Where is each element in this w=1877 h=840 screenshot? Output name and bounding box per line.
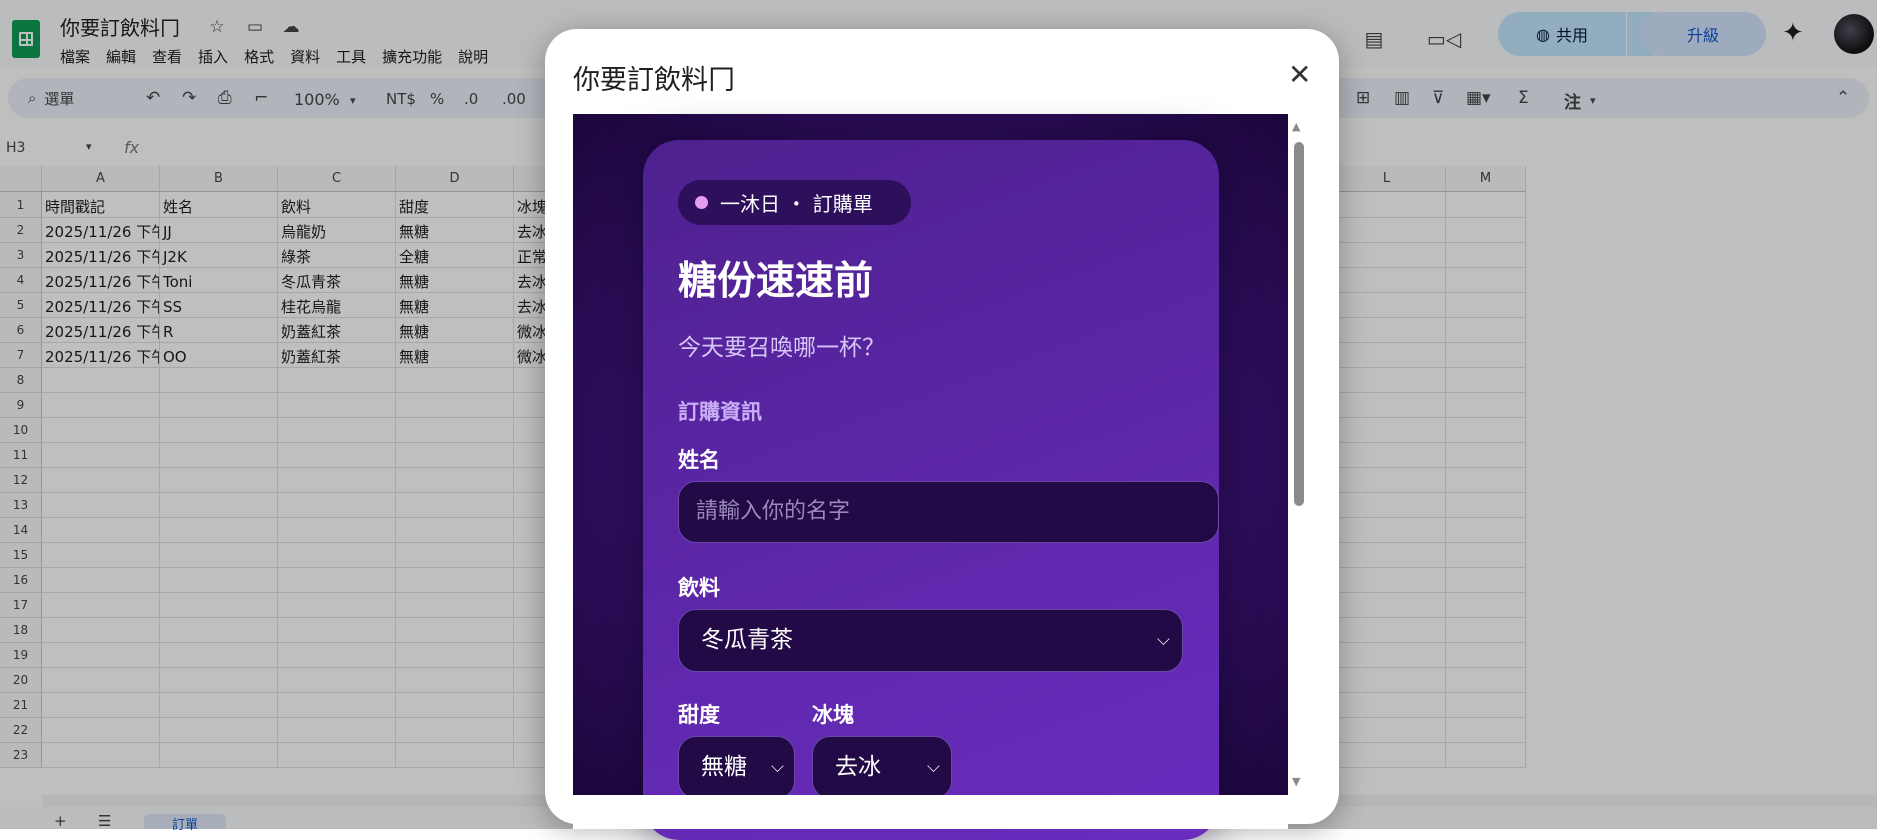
dialog-title: 你要訂飲料冂: [573, 65, 735, 96]
hero-subtitle: 今天要召喚哪一杯？: [678, 335, 885, 361]
badge-text: 一沐日 ・ 訂購單: [720, 192, 873, 216]
section-heading: 訂購資訊: [678, 400, 762, 424]
chevron-down-icon: ⌵: [927, 757, 940, 777]
drink-select-value: 冬瓜青茶: [701, 627, 793, 653]
hero-heading: 糖份速速前: [678, 259, 874, 304]
drink-select[interactable]: 冬瓜青茶 ⌵: [678, 609, 1183, 672]
sweetness-label: 甜度: [678, 703, 720, 727]
drink-label: 飲料: [678, 576, 720, 600]
dialog-footer: [573, 795, 1288, 829]
form-scrollbar-thumb[interactable]: [1294, 142, 1304, 506]
ice-select[interactable]: 去冰 ⌵: [812, 736, 952, 799]
name-input[interactable]: 請輸入你的名字: [678, 481, 1219, 543]
name-label: 姓名: [678, 448, 720, 472]
brand-badge: 一沐日 ・ 訂購單: [678, 180, 911, 225]
chevron-down-icon: ⌵: [771, 757, 784, 777]
sweetness-select-value: 無糖: [701, 754, 747, 780]
scroll-down-icon[interactable]: ▼: [1292, 775, 1300, 788]
ice-label: 冰塊: [812, 703, 854, 727]
sweetness-select[interactable]: 無糖 ⌵: [678, 736, 795, 799]
scroll-up-icon[interactable]: ▲: [1292, 120, 1300, 133]
close-icon[interactable]: ✕: [1288, 58, 1311, 92]
ice-select-value: 去冰: [835, 754, 881, 780]
badge-dot-icon: [695, 196, 708, 209]
chevron-down-icon: ⌵: [1157, 630, 1170, 650]
